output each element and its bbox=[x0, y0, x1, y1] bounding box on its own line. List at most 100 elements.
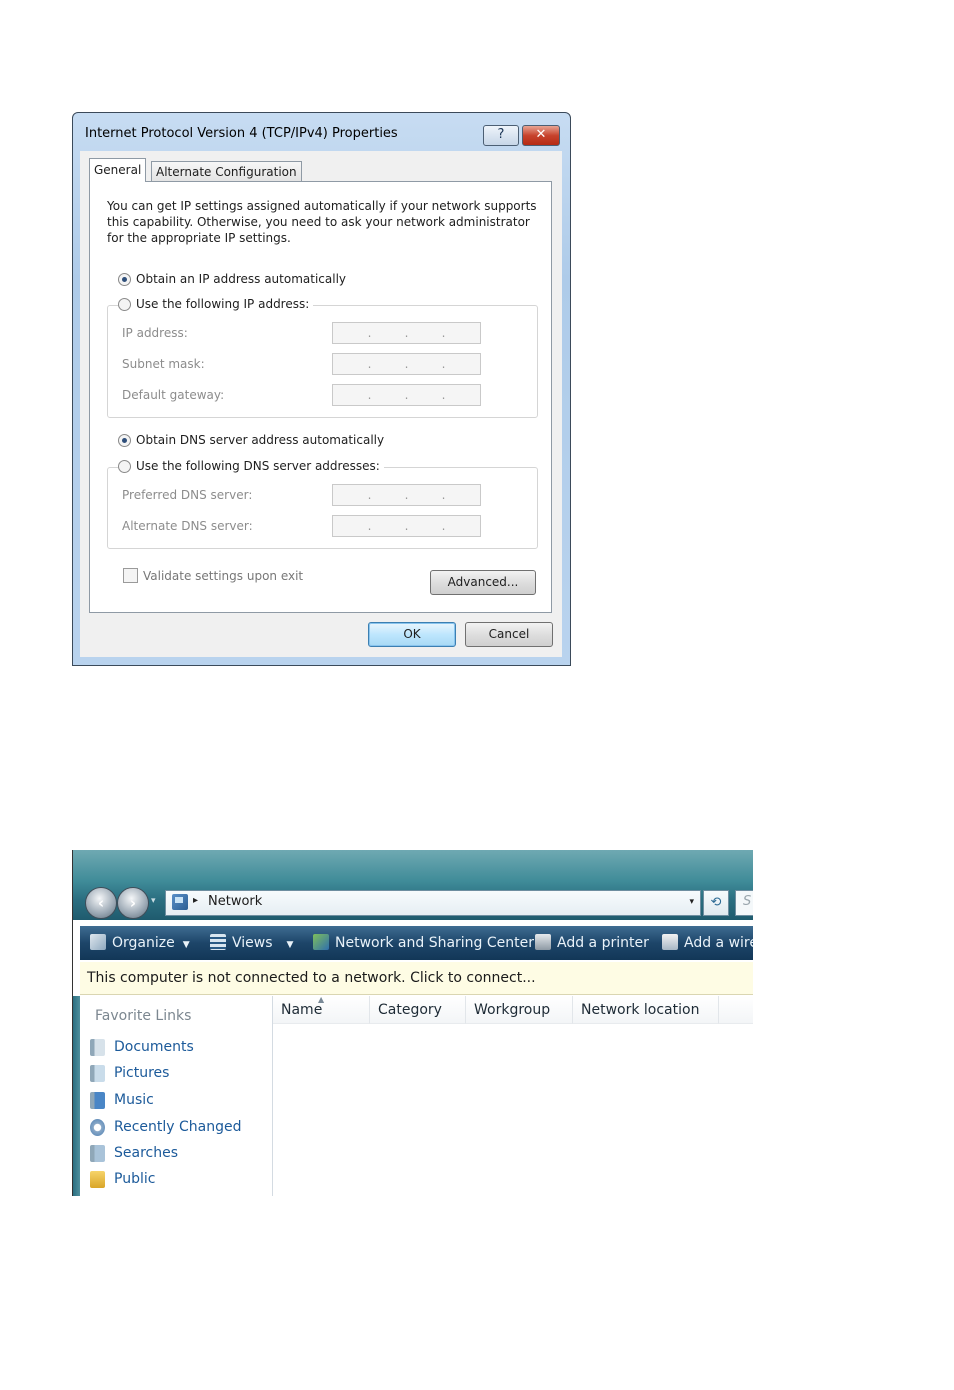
organize-label: Organize bbox=[112, 935, 175, 951]
search-input[interactable]: S bbox=[735, 890, 753, 916]
favorite-link-label: Music bbox=[114, 1092, 154, 1108]
back-button[interactable]: ‹ bbox=[85, 887, 117, 919]
views-button[interactable]: Views ▼ bbox=[210, 926, 293, 960]
add-wireless-label: Add a wire bbox=[684, 935, 753, 951]
music-icon bbox=[90, 1091, 105, 1109]
address-bar[interactable]: ▸ Network ▾ bbox=[165, 890, 701, 916]
ip-manual-label: Use the following IP address: bbox=[136, 297, 310, 311]
favorite-link-public[interactable]: Public bbox=[90, 1168, 155, 1190]
network-sharing-icon bbox=[313, 934, 329, 950]
help-icon: ? bbox=[497, 127, 505, 142]
favorite-links-title: Favorite Links bbox=[95, 1008, 192, 1024]
default-gateway-field[interactable]: ... bbox=[332, 384, 481, 406]
favorite-link-music[interactable]: Music bbox=[90, 1089, 154, 1111]
checkbox-icon bbox=[123, 568, 138, 583]
ip-address-label: IP address: bbox=[122, 326, 188, 340]
preferred-dns-field[interactable]: ... bbox=[332, 484, 481, 506]
views-icon bbox=[210, 934, 226, 950]
column-header-label: Workgroup bbox=[474, 1002, 551, 1018]
dialog-title: Internet Protocol Version 4 (TCP/IPv4) P… bbox=[85, 126, 398, 141]
recently-changed-icon bbox=[90, 1118, 105, 1136]
views-label: Views bbox=[232, 935, 273, 951]
dns-manual-radio[interactable]: Use the following DNS server addresses: bbox=[118, 459, 384, 473]
address-dropdown-icon[interactable]: ▾ bbox=[689, 897, 694, 907]
add-wireless-device-button[interactable]: Add a wire bbox=[662, 926, 753, 960]
help-button[interactable]: ? bbox=[483, 125, 519, 146]
column-header-label: Name bbox=[281, 1002, 323, 1018]
forward-button[interactable]: › bbox=[117, 887, 149, 919]
favorite-link-pictures[interactable]: Pictures bbox=[90, 1062, 169, 1084]
chevron-down-icon: ▼ bbox=[182, 940, 190, 950]
ip-address-field[interactable]: ... bbox=[332, 322, 481, 344]
favorite-link-label: Recently Changed bbox=[114, 1119, 242, 1135]
refresh-icon: ⟲ bbox=[710, 895, 722, 910]
window-frame-edge bbox=[73, 996, 80, 1196]
sort-ascending-icon: ▲ bbox=[318, 995, 325, 1004]
dialog-client-area: General Alternate Configuration You can … bbox=[80, 151, 562, 657]
pictures-icon bbox=[90, 1064, 105, 1082]
close-icon: ✕ bbox=[535, 127, 547, 142]
documents-icon bbox=[90, 1038, 105, 1056]
advanced-button[interactable]: Advanced... bbox=[430, 570, 536, 595]
column-header-label: Network location bbox=[581, 1002, 700, 1018]
dns-auto-radio[interactable]: Obtain DNS server address automatically bbox=[118, 433, 389, 447]
favorite-link-recently-changed[interactable]: Recently Changed bbox=[90, 1116, 242, 1138]
column-header-filler bbox=[719, 996, 753, 1024]
radio-selected-icon bbox=[118, 433, 131, 447]
info-bar[interactable]: This computer is not connected to a netw… bbox=[80, 962, 753, 995]
ip-auto-radio[interactable]: Obtain an IP address automatically bbox=[118, 272, 351, 286]
breadcrumb-arrow-icon[interactable]: ▸ bbox=[193, 895, 198, 906]
favorite-link-label: Public bbox=[114, 1171, 156, 1187]
refresh-button[interactable]: ⟲ bbox=[703, 890, 729, 916]
recent-pages-dropdown-icon[interactable]: ▾ bbox=[151, 896, 156, 906]
ip-manual-radio[interactable]: Use the following IP address: bbox=[118, 297, 314, 311]
network-explorer-window: ‹ › ▾ ▸ Network ▾ ⟲ S Organize ▼ Views ▼ N… bbox=[72, 850, 753, 1196]
radio-selected-icon bbox=[118, 272, 131, 286]
description-text: You can get IP settings assigned automat… bbox=[107, 199, 537, 245]
column-header-label: Category bbox=[378, 1002, 442, 1018]
favorite-link-label: Pictures bbox=[114, 1065, 170, 1081]
favorite-link-label: Documents bbox=[114, 1039, 194, 1055]
searches-icon bbox=[90, 1144, 105, 1162]
network-sharing-label: Network and Sharing Center bbox=[335, 935, 535, 951]
radio-unselected-icon bbox=[118, 459, 131, 473]
column-header-workgroup[interactable]: Workgroup bbox=[466, 996, 573, 1024]
window-chrome: ‹ › ▾ ▸ Network ▾ ⟲ S bbox=[73, 850, 753, 920]
address-location[interactable]: Network bbox=[208, 894, 262, 909]
network-sharing-center-button[interactable]: Network and Sharing Center bbox=[313, 926, 534, 960]
ok-button[interactable]: OK bbox=[368, 622, 456, 647]
favorite-link-searches[interactable]: Searches bbox=[90, 1142, 178, 1164]
tab-alternate-configuration[interactable]: Alternate Configuration bbox=[151, 161, 302, 183]
dns-auto-label: Obtain DNS server address automatically bbox=[136, 433, 385, 447]
wireless-device-icon bbox=[662, 934, 678, 950]
printer-icon bbox=[535, 934, 551, 950]
forward-arrow-icon: › bbox=[129, 894, 137, 912]
add-printer-button[interactable]: Add a printer bbox=[535, 926, 649, 960]
ip-manual-group: IP address: ... Subnet mask: ... Default… bbox=[107, 305, 538, 418]
close-button[interactable]: ✕ bbox=[522, 125, 560, 146]
cancel-button[interactable]: Cancel bbox=[465, 622, 553, 647]
alternate-dns-field[interactable]: ... bbox=[332, 515, 481, 537]
organize-button[interactable]: Organize ▼ bbox=[90, 926, 190, 960]
favorite-link-label: Searches bbox=[114, 1145, 179, 1161]
subnet-mask-field[interactable]: ... bbox=[332, 353, 481, 375]
subnet-mask-label: Subnet mask: bbox=[122, 357, 205, 371]
chevron-down-icon: ▼ bbox=[286, 940, 294, 950]
file-list-pane: ▲ Name Category Workgroup Network locati… bbox=[273, 995, 753, 1196]
default-gateway-label: Default gateway: bbox=[122, 388, 225, 402]
ip-auto-label: Obtain an IP address automatically bbox=[136, 272, 347, 286]
navigation-pane: Favorite Links Documents Pictures Music … bbox=[80, 996, 273, 1196]
radio-unselected-icon bbox=[118, 297, 131, 311]
favorite-link-documents[interactable]: Documents bbox=[90, 1036, 194, 1058]
tab-general[interactable]: General bbox=[89, 158, 147, 182]
ipv4-properties-dialog: Internet Protocol Version 4 (TCP/IPv4) P… bbox=[72, 112, 571, 666]
column-header-name[interactable]: ▲ Name bbox=[273, 995, 370, 1024]
column-header-category[interactable]: Category bbox=[370, 996, 466, 1024]
public-folder-icon bbox=[90, 1170, 105, 1188]
column-header-network-location[interactable]: Network location bbox=[573, 996, 719, 1024]
preferred-dns-label: Preferred DNS server: bbox=[122, 488, 253, 502]
validate-checkbox[interactable]: Validate settings upon exit bbox=[123, 568, 303, 583]
network-icon bbox=[172, 894, 188, 910]
command-toolbar: Organize ▼ Views ▼ Network and Sharing Cen… bbox=[80, 926, 753, 960]
info-bar-text: This computer is not connected to a netw… bbox=[87, 970, 536, 986]
